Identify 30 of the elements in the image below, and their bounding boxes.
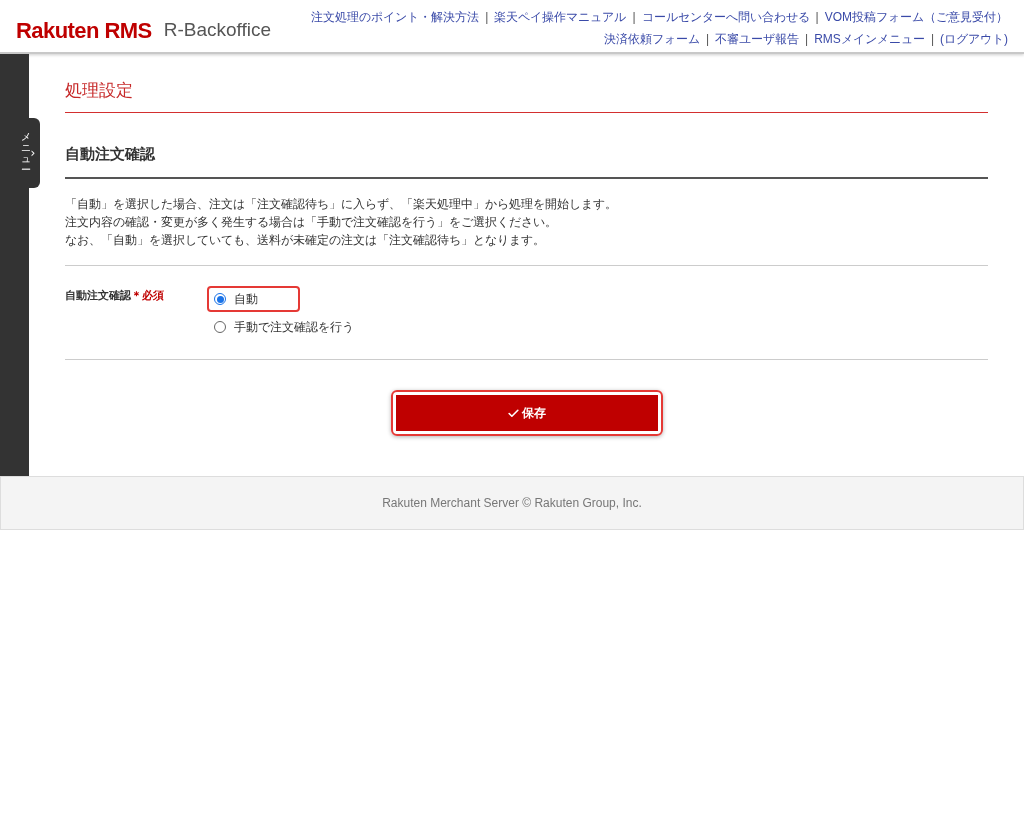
header-link[interactable]: 注文処理のポイント・解決方法 xyxy=(311,8,480,26)
field-label: 自動注文確認 xyxy=(65,289,131,302)
chevron-icon: › xyxy=(30,147,36,159)
check-icon xyxy=(507,406,520,420)
product-name: R-Backoffice xyxy=(163,18,272,43)
link-separator: | xyxy=(485,9,489,26)
save-button[interactable]: 保存 xyxy=(395,395,658,431)
link-separator: | xyxy=(930,31,934,48)
section-title: 自動注文確認 xyxy=(65,143,156,165)
link-separator: | xyxy=(805,31,809,48)
description-text: 注文内容の確認・変更が多く発生する場合は「手動で注文確認を行う」をご選択ください。 xyxy=(65,214,558,231)
menu-label: メニュー xyxy=(20,131,31,175)
required-mark: ＊必須 xyxy=(131,289,164,302)
header-link[interactable]: 決済依頼フォーム xyxy=(603,30,700,48)
header-link[interactable]: 楽天ペイ操作マニュアル xyxy=(494,8,627,26)
link-separator: | xyxy=(632,9,636,26)
logo: Rakuten RMS xyxy=(16,17,152,45)
link-separator: | xyxy=(705,31,710,48)
header-link[interactable]: コールセンターへ問い合わせる xyxy=(641,8,810,26)
footer-text: Rakuten Merchant Server © Rakuten Group, Inc. xyxy=(382,495,642,512)
link-separator: | xyxy=(815,9,819,26)
radio-option[interactable]: 自動 xyxy=(207,286,300,312)
header-link[interactable]: (ログアウト) xyxy=(940,30,1008,48)
description-text: 「自動」を選択した場合、注文は「注文確認待ち」に入らず、「楽天処理中」から処理を開始します。 xyxy=(65,196,618,213)
radio-option[interactable]: 手動で注文確認を行う xyxy=(207,314,361,340)
header-link[interactable]: 不審ユーザ報告 xyxy=(715,30,800,48)
header-link[interactable]: RMSメインメニュー xyxy=(814,30,925,48)
page-title: 処理設定 xyxy=(65,79,134,102)
description-text: なお、「自動」を選択していても、送料が未確定の注文は「注文確認待ち」となります。 xyxy=(65,232,546,249)
header-link[interactable]: VOM投稿フォーム（ご意見受付） xyxy=(824,8,1008,26)
